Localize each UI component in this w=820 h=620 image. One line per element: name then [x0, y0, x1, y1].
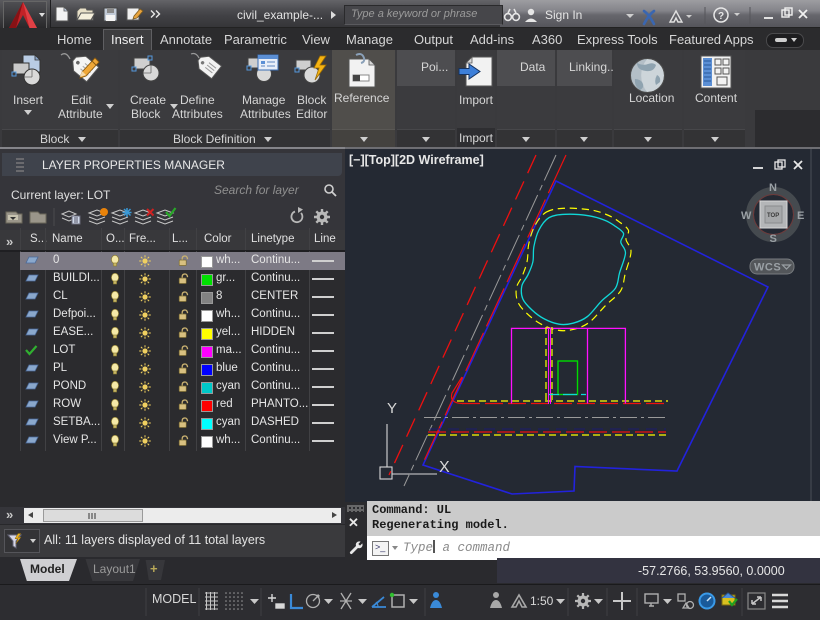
svg-text:E: E — [797, 210, 804, 222]
svg-text:N: N — [769, 182, 777, 194]
svg-text:?: ? — [718, 11, 724, 22]
svg-text:[−][Top][2D Wireframe]: [−][Top][2D Wireframe] — [349, 153, 484, 167]
svg-text:W: W — [741, 210, 752, 222]
svg-text:TOP: TOP — [767, 213, 779, 219]
svg-text:1:50: 1:50 — [530, 594, 554, 608]
svg-text:Sign In: Sign In — [545, 8, 582, 22]
svg-text:S: S — [770, 233, 777, 245]
svg-text:Y: Y — [387, 400, 397, 417]
svg-text:WCS: WCS — [754, 262, 781, 274]
svg-text:X: X — [439, 459, 450, 476]
